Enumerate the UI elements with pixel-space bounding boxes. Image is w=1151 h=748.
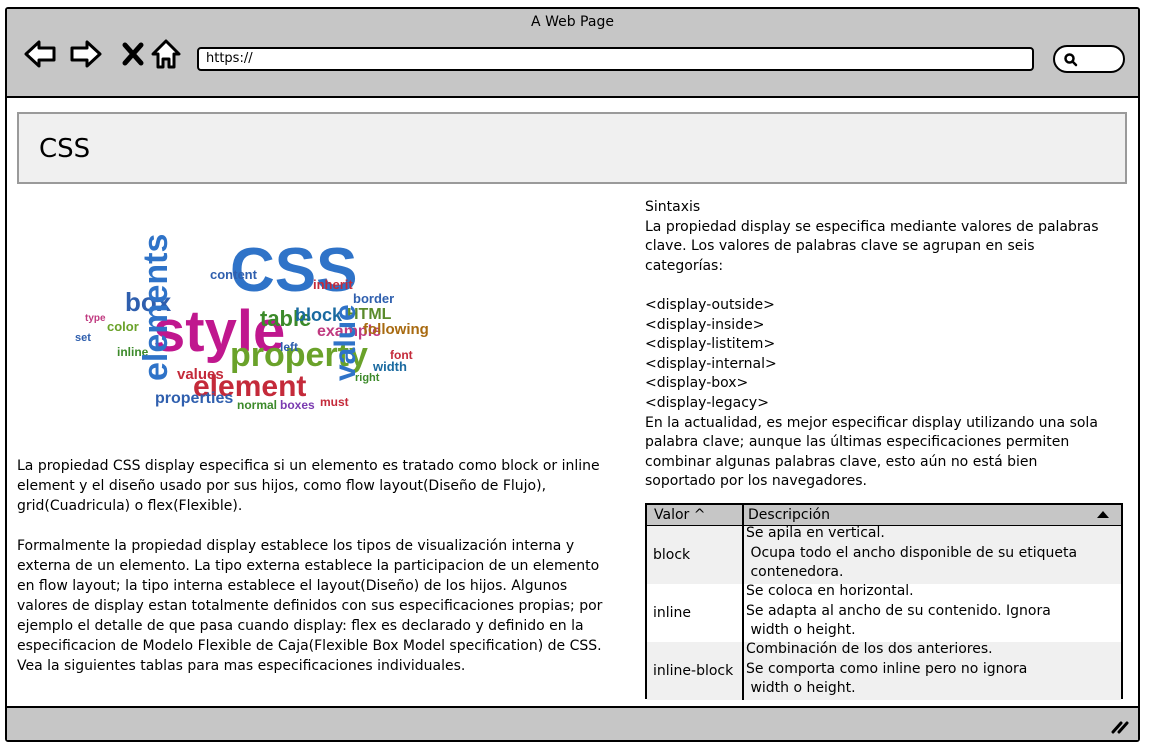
- svg-text:left: left: [280, 340, 298, 354]
- home-icon[interactable]: [149, 37, 183, 71]
- svg-text:normal: normal: [237, 398, 277, 412]
- display-values-table: Valor ^ Descripción block Se apila en ve…: [645, 503, 1123, 700]
- description-cell: Se apila en vertical. Ocupa todo el anch…: [746, 525, 1078, 580]
- column-header-descripcion[interactable]: Descripción: [744, 505, 1121, 525]
- search-button[interactable]: [1053, 45, 1125, 73]
- svg-text:elements: elements: [137, 234, 175, 381]
- browser-window: A Web Page https:// CSS CSS style proper…: [5, 7, 1140, 742]
- svg-text:boxes: boxes: [280, 398, 315, 412]
- svg-text:font: font: [390, 348, 413, 362]
- syntax-description: Sintaxis La propiedad display se especif…: [645, 199, 1099, 490]
- left-description: La propiedad CSS display especifica si u…: [17, 456, 612, 696]
- svg-text:border: border: [353, 291, 394, 306]
- svg-text:color: color: [107, 319, 139, 334]
- table-row[interactable]: inline Se coloca en horizontal. Se adapt…: [647, 583, 1121, 642]
- table-row[interactable]: block Se apila en vertical. Ocupa todo e…: [647, 525, 1121, 584]
- description-cell: Se coloca en horizontal. Se adapta al an…: [746, 583, 1051, 638]
- value-cell: inline-block: [647, 642, 744, 700]
- search-icon: [1064, 53, 1078, 67]
- svg-text:set: set: [75, 332, 91, 344]
- svg-text:value: value: [329, 304, 362, 381]
- svg-text:following: following: [363, 321, 429, 338]
- scroll-up-icon[interactable]: [1097, 511, 1109, 518]
- status-bar: [7, 706, 1138, 740]
- page-header: CSS: [17, 112, 1127, 184]
- back-arrow-icon[interactable]: [23, 37, 57, 71]
- close-x-icon[interactable]: [117, 37, 151, 71]
- value-cell: block: [647, 526, 744, 584]
- forward-arrow-icon[interactable]: [69, 37, 103, 71]
- svg-text:type: type: [85, 313, 106, 324]
- window-title: A Web Page: [531, 14, 614, 30]
- svg-text:properties: properties: [155, 390, 233, 407]
- table-row[interactable]: inline-block Combinación de los dos ante…: [647, 641, 1121, 700]
- table-header: Valor ^ Descripción: [647, 505, 1121, 526]
- svg-text:values: values: [177, 366, 224, 383]
- resize-grip-icon[interactable]: [1110, 718, 1130, 734]
- url-input[interactable]: https://: [197, 47, 1034, 71]
- browser-toolbar: A Web Page https://: [7, 9, 1138, 98]
- svg-text:inherit: inherit: [313, 277, 353, 292]
- description-cell: Combinación de los dos anteriores. Se co…: [746, 641, 1028, 696]
- paragraph-2: Formalmente la propiedad display estable…: [17, 538, 603, 674]
- svg-text:content: content: [210, 267, 258, 282]
- paragraph-1: La propiedad CSS display especifica si u…: [17, 458, 600, 514]
- value-cell: inline: [647, 584, 744, 642]
- page-title: CSS: [39, 134, 91, 164]
- css-word-cloud-image: CSS style property element box table blo…: [61, 234, 431, 412]
- svg-text:must: must: [320, 395, 349, 409]
- column-header-valor[interactable]: Valor ^: [647, 505, 744, 525]
